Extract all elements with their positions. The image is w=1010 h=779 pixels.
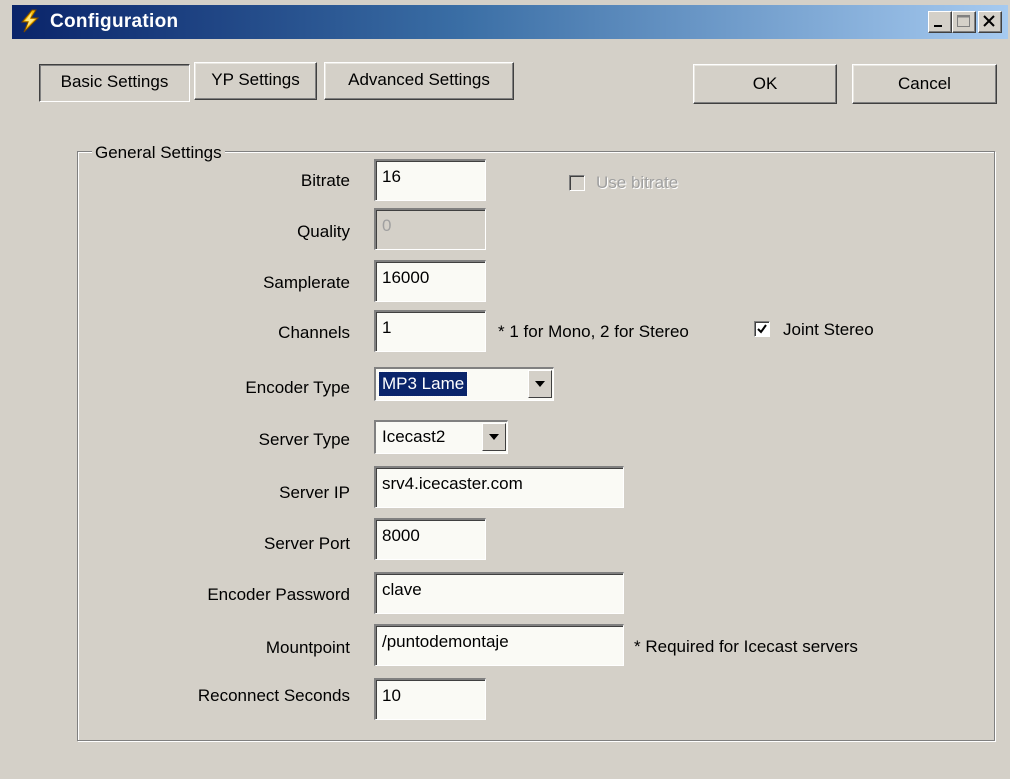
checkmark-icon xyxy=(757,324,767,334)
encoder-type-label: Encoder Type xyxy=(245,378,350,397)
configuration-window: Configuration Basic Settings YP Settings… xyxy=(0,0,1010,779)
server-type-value: Icecast2 xyxy=(382,427,446,446)
encoder-type-value: MP3 Lame xyxy=(377,371,469,397)
maximize-icon xyxy=(957,15,970,27)
use-bitrate-checkbox[interactable] xyxy=(569,175,585,191)
close-icon xyxy=(983,15,995,27)
server-ip-label: Server IP xyxy=(279,483,350,502)
joint-stereo-label: Joint Stereo xyxy=(783,320,874,339)
quality-input: 0 xyxy=(374,208,486,250)
close-button[interactable] xyxy=(978,11,1002,33)
server-port-input[interactable]: 8000 xyxy=(374,518,486,560)
mountpoint-label: Mountpoint xyxy=(265,638,350,657)
samplerate-label: Samplerate xyxy=(263,273,350,292)
server-port-label: Server Port xyxy=(264,534,350,553)
chevron-down-icon xyxy=(489,434,499,440)
tab-yp-settings[interactable]: YP Settings xyxy=(194,62,317,100)
encoder-type-select[interactable]: MP3 Lame xyxy=(374,367,554,401)
server-type-label: Server Type xyxy=(258,430,350,449)
channels-input[interactable]: 1 xyxy=(374,310,486,352)
use-bitrate-label: Use bitrate xyxy=(596,173,679,192)
ok-button[interactable]: OK xyxy=(693,64,837,104)
channels-label: Channels xyxy=(278,323,350,342)
quality-label: Quality xyxy=(297,222,350,241)
reconnect-seconds-input[interactable]: 10 xyxy=(374,678,486,720)
joint-stereo-checkbox[interactable] xyxy=(754,321,770,337)
chevron-down-icon xyxy=(535,381,545,387)
encoder-type-dropdown-button[interactable] xyxy=(528,370,552,398)
reconnect-seconds-label: Reconnect Seconds xyxy=(197,686,350,705)
bitrate-input[interactable]: 16 xyxy=(374,159,486,201)
minimize-button[interactable] xyxy=(928,11,952,33)
tab-advanced-settings[interactable]: Advanced Settings xyxy=(324,62,514,100)
mountpoint-input[interactable]: /puntodemontaje xyxy=(374,624,624,666)
tab-basic-settings[interactable]: Basic Settings xyxy=(39,64,190,102)
window-title: Configuration xyxy=(50,11,179,32)
group-label: General Settings xyxy=(92,143,225,163)
mountpoint-note: * Required for Icecast servers xyxy=(634,637,858,656)
maximize-button[interactable] xyxy=(952,11,976,33)
cancel-button[interactable]: Cancel xyxy=(852,64,997,104)
channels-note: * 1 for Mono, 2 for Stereo xyxy=(498,322,689,341)
lightning-icon xyxy=(18,9,42,33)
minimize-icon xyxy=(934,25,942,27)
encoder-password-input[interactable]: clave xyxy=(374,572,624,614)
server-ip-input[interactable]: srv4.icecaster.com xyxy=(374,466,624,508)
title-bar[interactable]: Configuration xyxy=(12,5,1008,39)
bitrate-label: Bitrate xyxy=(300,171,350,190)
samplerate-input[interactable]: 16000 xyxy=(374,260,486,302)
encoder-password-label: Encoder Password xyxy=(207,585,350,604)
server-type-dropdown-button[interactable] xyxy=(482,423,506,451)
server-type-select[interactable]: Icecast2 xyxy=(374,420,508,454)
